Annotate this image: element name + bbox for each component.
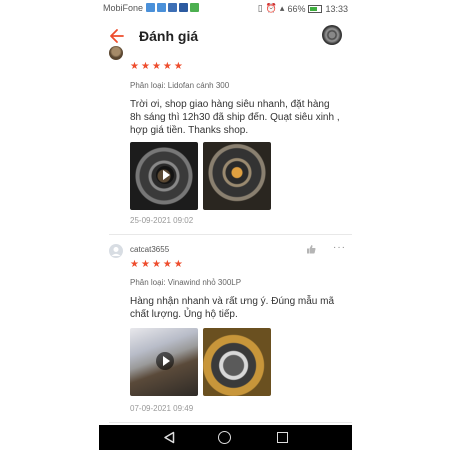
- clock: 13:33: [325, 3, 348, 14]
- app-notification-icon: [190, 3, 199, 12]
- shop-avatar[interactable]: [322, 25, 342, 45]
- review-date: 25-09-2021 09:02: [130, 216, 194, 225]
- variant-label: Phân loại: Lidofan cánh 300: [130, 81, 230, 90]
- app-bar: Đánh giá: [99, 20, 352, 54]
- triangle-back-icon[interactable]: [163, 431, 175, 444]
- user-icon: [111, 247, 121, 256]
- alarm-icon: ⏰: [265, 3, 277, 13]
- review-text: Hàng nhận nhanh và rất ưng ý. Đúng mẫu m…: [130, 296, 335, 320]
- review-video-thumbnail[interactable]: [130, 142, 198, 210]
- status-right: ▯ ⏰ ▴ 66% 13:33: [258, 3, 348, 14]
- app-notification-icon: [179, 3, 188, 12]
- divider: [109, 422, 352, 423]
- reviewer-avatar[interactable]: [109, 244, 123, 258]
- review-text: Trời ơi, shop giao hàng siêu nhanh, đặt …: [130, 99, 340, 136]
- star-icon: ★: [162, 259, 172, 270]
- reviewer-name: catcat3655: [130, 245, 170, 254]
- app-notification-icon: [146, 3, 155, 12]
- circle-home-icon[interactable]: [218, 431, 231, 444]
- more-options-icon[interactable]: ···: [333, 242, 346, 253]
- divider: [109, 234, 352, 235]
- arrow-left-icon[interactable]: [107, 26, 127, 46]
- review-image-thumbnail[interactable]: [203, 142, 271, 210]
- star-icon: ★: [151, 61, 161, 72]
- star-icon: ★: [162, 61, 172, 72]
- play-icon[interactable]: [156, 352, 174, 370]
- status-bar: MobiFone ▯ ⏰ ▴ 66% 13:33: [99, 0, 352, 17]
- reviewer-avatar[interactable]: [109, 46, 123, 60]
- signal-icon: ▴: [279, 3, 285, 13]
- star-icon: ★: [130, 61, 139, 72]
- app-notification-icon: [157, 3, 166, 12]
- review-image-thumbnail[interactable]: [203, 328, 271, 396]
- page-title: Đánh giá: [139, 28, 199, 44]
- star-icon: ★: [130, 259, 139, 270]
- review-video-thumbnail[interactable]: [130, 328, 198, 396]
- battery-percent: 66%: [287, 3, 306, 14]
- battery-icon: [308, 4, 323, 13]
- play-icon[interactable]: [156, 166, 174, 184]
- phone-screen: MobiFone ▯ ⏰ ▴ 66% 13:33 Đánh giá ★ ★ ★ …: [99, 0, 352, 450]
- variant-label: Phân loại: Vinawind nhỏ 300LP: [130, 278, 242, 287]
- rating-stars: ★ ★ ★ ★ ★: [130, 260, 183, 270]
- star-icon: ★: [140, 61, 150, 72]
- rating-stars: ★ ★ ★ ★ ★: [130, 62, 183, 72]
- carrier-name: MobiFone: [103, 3, 144, 13]
- star-icon: ★: [173, 259, 183, 270]
- star-icon: ★: [140, 259, 150, 270]
- vibrate-icon: ▯: [257, 3, 263, 13]
- app-notification-icon: [168, 3, 177, 12]
- star-icon: ★: [151, 259, 161, 270]
- square-recent-icon[interactable]: [277, 432, 288, 443]
- review-date: 07-09-2021 09:49: [130, 404, 194, 413]
- navigation-bar: [99, 425, 352, 450]
- star-icon: ★: [173, 61, 183, 72]
- thumbs-up-icon[interactable]: [306, 244, 316, 254]
- notification-icons: [146, 3, 199, 12]
